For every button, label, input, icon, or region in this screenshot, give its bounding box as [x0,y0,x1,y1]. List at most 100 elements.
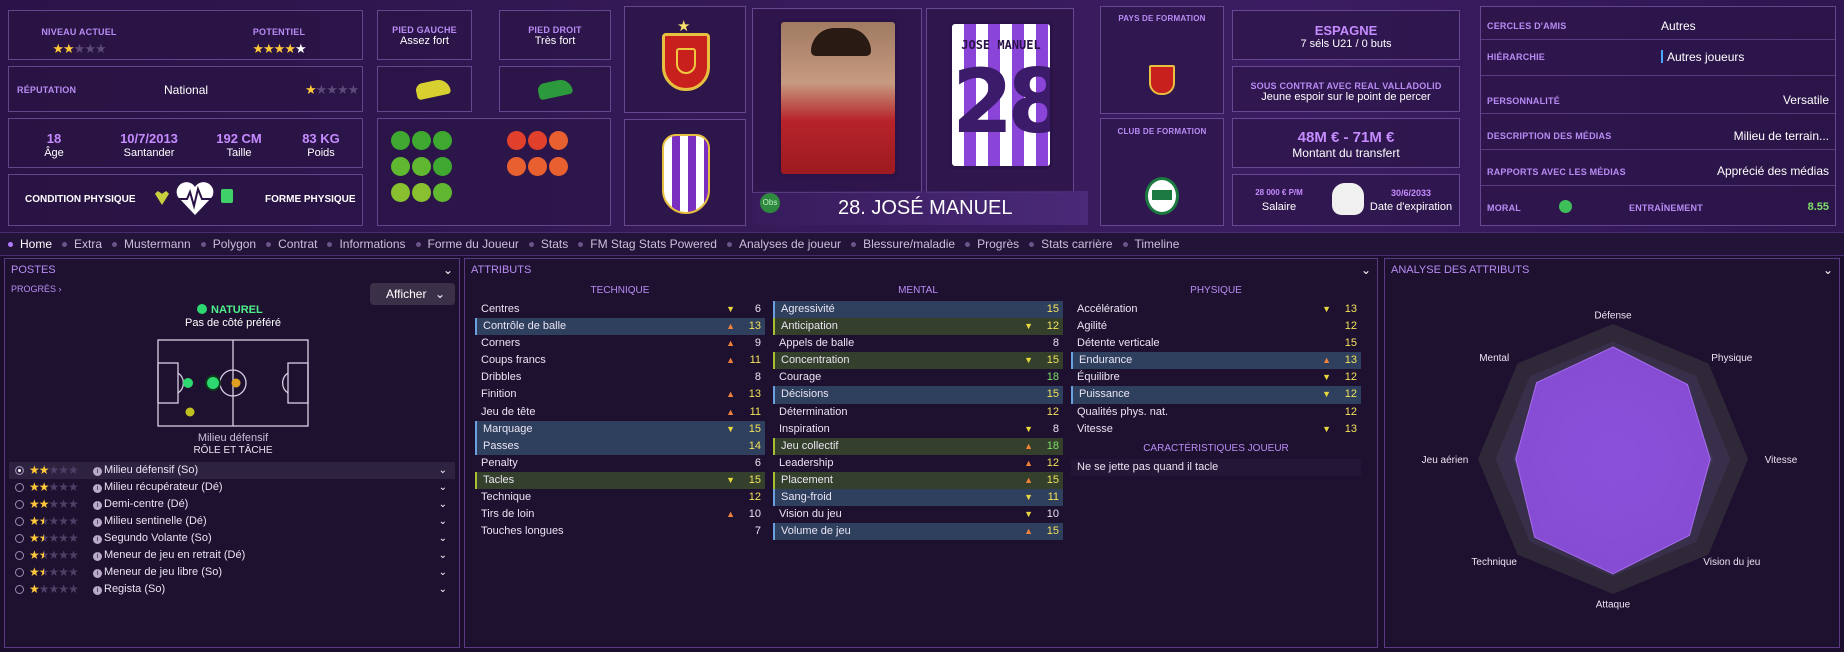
tab-5[interactable]: Informations [327,237,415,251]
tab-13[interactable]: Timeline [1122,237,1190,251]
tab-6[interactable]: Forme du Joueur [415,237,529,251]
info-icon[interactable]: i [93,467,102,476]
attribute-row[interactable]: Vision du jeu ▼ 10 [773,506,1063,523]
attribute-row[interactable]: Dribbles 8 [475,369,765,386]
info-icon[interactable]: i [93,535,102,544]
attribute-row[interactable]: Penalty 6 [475,455,765,472]
attribute-row[interactable]: Jeu collectif ▲ 18 [773,437,1063,455]
trait-icon[interactable] [412,157,431,176]
trait-icon[interactable] [549,157,568,176]
tab-10[interactable]: Blessure/maladie [851,237,965,251]
role-row[interactable]: ★★★★★ i Demi-centre (Dé) ⌄ [9,496,455,513]
tab-8[interactable]: FM Stag Stats Powered [578,237,727,251]
attribute-row[interactable]: Sang-froid ▼ 11 [773,489,1063,507]
attribute-row[interactable]: Puissance ▼ 12 [1071,386,1361,404]
obs-button[interactable]: Obs [760,193,780,213]
attribute-row[interactable]: Placement ▲ 15 [773,471,1063,490]
trait-icon[interactable] [391,131,410,150]
chevron-down-icon[interactable]: ⌄ [439,496,447,513]
attribute-row[interactable]: Contrôle de balle ▲ 13 [475,318,765,336]
chevron-down-icon[interactable]: ⌄ [439,513,447,530]
trait-icon[interactable] [391,157,410,176]
role-radio[interactable] [15,534,24,543]
role-radio[interactable] [15,466,24,475]
attribute-row[interactable]: Volume de jeu ▲ 15 [773,523,1063,541]
chevron-down-icon[interactable]: ⌄ [439,462,447,479]
trait-icon[interactable] [412,183,431,202]
role-radio[interactable] [15,585,24,594]
role-row[interactable]: ★★★★★ i Regista (So) ⌄ [9,581,455,598]
attribute-row[interactable]: Vitesse ▼ 13 [1071,421,1361,438]
progres-link[interactable]: PROGRÈS › [11,284,62,294]
trait-icon[interactable] [507,131,526,150]
chevron-down-icon[interactable]: ⌄ [1361,259,1371,281]
trait-icon[interactable] [433,183,452,202]
role-row[interactable]: ★★★★★ i Meneur de jeu libre (So) ⌄ [9,564,455,581]
attribute-row[interactable]: Corners ▲ 9 [475,335,765,352]
trait-icon[interactable] [528,131,547,150]
chevron-down-icon[interactable]: ⌄ [443,259,453,281]
info-icon[interactable]: i [93,484,102,493]
role-row[interactable]: ★★★★★ i Milieu sentinelle (Dé) ⌄ [9,513,455,530]
chevron-down-icon[interactable]: ⌄ [439,564,447,581]
attribute-row[interactable]: Coups francs ▲ 11 [475,352,765,369]
role-radio[interactable] [15,568,24,577]
tab-4[interactable]: Contrat [266,237,327,251]
chevron-down-icon[interactable]: ⌄ [439,479,447,496]
attribute-row[interactable]: Courage 18 [773,369,1063,386]
attribute-row[interactable]: Jeu de tête ▲ 11 [475,404,765,421]
chevron-down-icon[interactable]: ⌄ [439,530,447,547]
attribute-row[interactable]: Accélération ▼ 13 [1071,301,1361,318]
attribute-row[interactable]: Appels de balle 8 [773,335,1063,352]
role-radio[interactable] [15,517,24,526]
trait-icon[interactable] [528,157,547,176]
role-radio[interactable] [15,500,24,509]
trait-icon[interactable] [549,131,568,150]
role-radio[interactable] [15,551,24,560]
tab-1[interactable]: Extra [62,237,112,251]
attribute-row[interactable]: Concentration ▼ 15 [773,352,1063,370]
chevron-down-icon[interactable]: ⌄ [439,581,447,598]
chevron-down-icon[interactable]: ⌄ [439,547,447,564]
trait-icon[interactable] [412,131,431,150]
trait-icon[interactable] [433,157,452,176]
attribute-row[interactable]: Décisions 15 [773,386,1063,404]
attribute-row[interactable]: Passes 14 [475,437,765,455]
role-row[interactable]: ★★★★★ i Segundo Volante (So) ⌄ [9,530,455,547]
tab-2[interactable]: Mustermann [112,237,201,251]
role-radio[interactable] [15,483,24,492]
trait-icon[interactable] [433,131,452,150]
attribute-row[interactable]: Endurance ▲ 13 [1071,352,1361,370]
role-row[interactable]: ★★★★★ i Milieu défensif (So) ⌄ [9,462,455,479]
tab-12[interactable]: Stats carrière [1029,237,1122,251]
chevron-down-icon[interactable]: ⌄ [1823,259,1833,281]
tab-3[interactable]: Polygon [200,237,266,251]
attribute-row[interactable]: Touches longues 7 [475,523,765,540]
info-icon[interactable]: i [93,552,102,561]
attribute-row[interactable]: Marquage ▼ 15 [475,420,765,438]
tab-9[interactable]: Analyses de joueur [726,237,851,251]
role-row[interactable]: ★★★★★ i Milieu récupérateur (Dé) ⌄ [9,479,455,496]
attribute-row[interactable]: Tacles ▼ 15 [475,471,765,490]
tab-11[interactable]: Progrès [965,237,1029,251]
role-row[interactable]: ★★★★★ i Meneur de jeu en retrait (Dé) ⌄ [9,547,455,564]
info-icon[interactable]: i [93,518,102,527]
info-icon[interactable]: i [93,569,102,578]
afficher-button[interactable]: Afficher ⌄ [370,283,455,305]
attribute-row[interactable]: Centres ▼ 6 [475,301,765,318]
tab-0[interactable]: Home [8,237,62,251]
tab-7[interactable]: Stats [528,237,578,251]
attribute-row[interactable]: Anticipation ▼ 12 [773,318,1063,336]
attribute-row[interactable]: Détermination 12 [773,404,1063,421]
attribute-row[interactable]: Inspiration ▼ 8 [773,421,1063,438]
attribute-row[interactable]: Qualités phys. nat. 12 [1071,404,1361,421]
info-icon[interactable]: i [93,501,102,510]
attribute-row[interactable]: Finition ▲ 13 [475,386,765,403]
attribute-row[interactable]: Tirs de loin ▲ 10 [475,506,765,523]
trait-icon[interactable] [391,183,410,202]
attribute-row[interactable]: Détente verticale 15 [1071,335,1361,352]
attribute-row[interactable]: Agilité 12 [1071,318,1361,335]
attribute-row[interactable]: Agressivité 15 [773,301,1063,319]
attribute-row[interactable]: Technique 12 [475,489,765,506]
info-icon[interactable]: i [93,586,102,595]
